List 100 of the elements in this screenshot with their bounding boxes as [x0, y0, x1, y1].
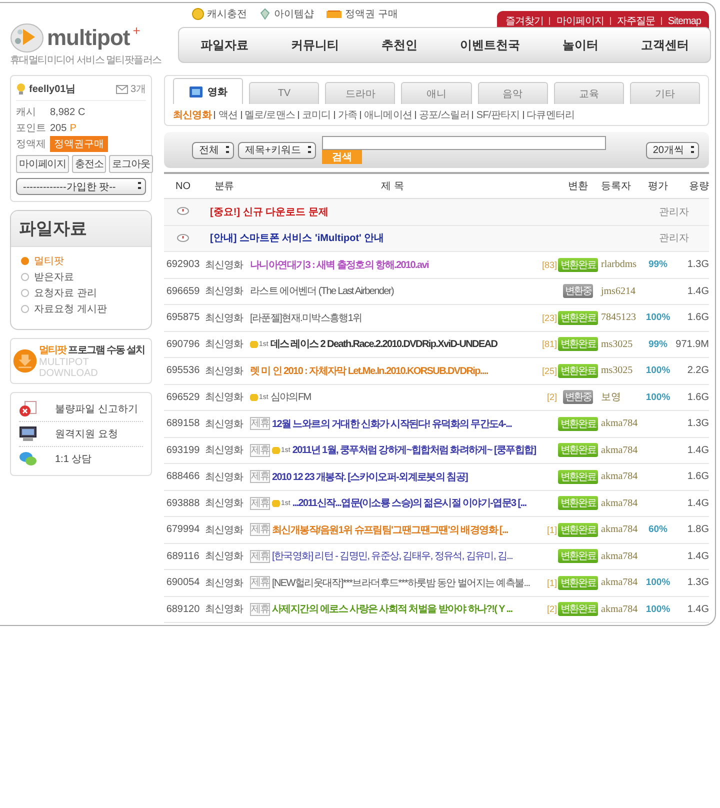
stat-value: 8,982	[50, 106, 76, 118]
account-button[interactable]: 충전소	[72, 155, 106, 173]
table-cell-text: jms6214	[600, 286, 636, 297]
page-size-select[interactable]: 20개씩	[646, 142, 699, 158]
comment-count: [1]	[546, 524, 557, 535]
mail-icon[interactable]	[116, 84, 128, 94]
subcategory-link[interactable]: 액션	[218, 108, 238, 122]
nav-item[interactable]: 파일자료	[200, 36, 248, 54]
rating: 100%	[646, 312, 670, 324]
support-link[interactable]: 불량파일 신고하기	[19, 397, 143, 422]
table-cell-text: 보영	[600, 391, 622, 404]
subcategory-link[interactable]: 가족	[338, 108, 358, 122]
bag-icon	[259, 8, 271, 20]
nav-item[interactable]: 추천인	[381, 36, 418, 54]
post-title[interactable]: 라스트 에어벤더 (The Last Airbender)	[250, 284, 394, 298]
status-badge: 변환완료	[558, 576, 598, 590]
rating: 100%	[646, 365, 670, 376]
nav-item[interactable]: 커뮤니티	[290, 36, 339, 54]
category-tab[interactable]: TV	[249, 82, 320, 104]
post-title[interactable]: [라푼젤]현재.미박스흥행1위	[250, 310, 362, 325]
files-menu-item[interactable]: 요청자료 관리	[21, 285, 141, 301]
column-header: 용량	[688, 180, 709, 193]
table-cell-text: 688466	[165, 471, 201, 482]
subcategory-link[interactable]: SF/판타지	[476, 108, 520, 122]
table-cell-text: 최신영화	[204, 524, 244, 537]
chat-bubbles-icon	[19, 451, 37, 467]
post-title[interactable]: 심야의FM	[270, 390, 311, 404]
partner-badge: 제휴	[250, 550, 270, 563]
nav-item[interactable]: 고객센터	[640, 36, 689, 54]
status-badge: 변환완료	[558, 310, 598, 325]
post-title[interactable]: 2011년 1월, 쿵푸처럼 강하게~힙합처럼 화려하게~ [쿵푸힙합]	[292, 443, 536, 458]
utility-link[interactable]: 자주질문	[616, 14, 655, 28]
table-cell-text: 최신영화	[204, 444, 244, 458]
status-badge: 변환중	[562, 284, 594, 298]
post-title[interactable]: 데스 레이스 2 Death.Race.2.2010.DVDRip.XviD-UNDEAD	[270, 337, 498, 352]
table-cell-text: 1.6G	[686, 471, 709, 482]
partner-badge: 제휴	[250, 444, 270, 457]
scope-select[interactable]: 전체	[192, 142, 234, 158]
category-tab[interactable]: 영화	[173, 78, 244, 104]
stat-label: 캐시	[16, 106, 37, 119]
table-cell-text: 696529	[165, 392, 201, 403]
stat-unit: C	[78, 106, 86, 118]
post-title[interactable]: [NEW헐리웃대작]***브라더후드***하룻밤 동안 벌어지는 예측불...	[272, 576, 530, 590]
table-cell-text: 2.2G	[686, 365, 709, 376]
table-cell-text: 최신영화	[204, 285, 244, 298]
table-cell-text: 1.6G	[686, 392, 709, 403]
support-link[interactable]: 원격지원 요청	[19, 422, 143, 447]
subcategory-link[interactable]: 공포/스릴러	[419, 108, 470, 122]
top-link[interactable]: 캐시충전	[192, 7, 247, 21]
post-title[interactable]: [한국영화] 리턴 - 김명민, 유준상, 김태우, 정유석, 김유미, 김...	[272, 549, 513, 564]
table-cell-text: 1.4G	[686, 444, 709, 456]
utility-link[interactable]: Sitemap	[668, 16, 701, 26]
support-link[interactable]: 1:1 상담	[19, 447, 143, 471]
nav-item[interactable]: 놀이터	[562, 36, 598, 54]
subcategory-link[interactable]: 멜로/로맨스	[244, 108, 295, 122]
notice-icon	[177, 207, 189, 216]
comment-count: [1]	[546, 578, 557, 588]
account-button[interactable]: 로그아웃	[109, 155, 153, 173]
status-badge: 변환완료	[558, 443, 598, 458]
category-tab[interactable]: 교육	[554, 82, 624, 104]
table-cell-text: 최신영화	[204, 497, 244, 510]
subcategory-link[interactable]: 애니메이션	[364, 108, 412, 122]
search-field[interactable]	[322, 136, 606, 150]
subcategory-link[interactable]: 다큐멘터리	[526, 108, 575, 122]
table-cell-text: 696659	[165, 286, 201, 297]
status-badge: 변환완료	[558, 470, 598, 484]
category-tab[interactable]: 드라마	[325, 82, 396, 104]
column-header: NO	[174, 180, 192, 192]
account-button[interactable]: 마이페이지	[16, 155, 70, 173]
post-title[interactable]: 2010 12 23 개봉작. [스카이오퍼-외계로봇의 침공]	[272, 470, 468, 484]
comment-count: [2]	[546, 604, 557, 614]
subcategory-link[interactable]: 코미디	[302, 108, 331, 122]
notice-icon	[177, 234, 189, 243]
category-tab[interactable]: 기타	[630, 82, 700, 104]
status-badge: 변환완료	[558, 602, 598, 616]
notice-title[interactable]: [중요!] 신규 다운로드 문제	[202, 204, 659, 219]
field-select[interactable]: 제목+키워드	[238, 142, 316, 158]
logo-tagline: 휴대멀티미디어 서비스 멀티팟플러스	[10, 54, 162, 67]
notice-title[interactable]: [안내] 스마트폰 서비스 'iMultipot' 안내	[202, 231, 659, 246]
table-cell-text: 689116	[166, 550, 200, 562]
utility-link[interactable]: 즐겨찾기	[505, 14, 544, 28]
post-title[interactable]: 12월 느와르의 거대한 신화가 시작된다! 유덕화의 무간도4-...	[272, 416, 512, 431]
table-cell-text: 최신영화	[204, 576, 244, 590]
utility-link[interactable]: 마이페이지	[556, 14, 604, 28]
category-tab[interactable]: 음악	[478, 82, 548, 104]
table-cell-text: 최신영화	[204, 603, 244, 616]
category-tab[interactable]: 애니	[401, 82, 472, 104]
post-title[interactable]: ...2011신작...엽문(이소룡 스승)의 젊은시절 이야기-엽문3 [...	[292, 496, 526, 510]
nav-item[interactable]: 이벤트천국	[460, 36, 520, 54]
partner-badge: 제휴	[250, 496, 270, 510]
table-cell-text: akma784	[600, 444, 639, 456]
logo-text[interactable]: multipot	[47, 25, 130, 51]
files-menu-item[interactable]: 자료요청 게시판	[21, 301, 141, 317]
pot-select[interactable]: -------------가입한 팟--	[16, 178, 146, 195]
table-cell-text: akma784	[600, 577, 639, 588]
top-link[interactable]: 아이템샵	[259, 7, 314, 21]
column-header: 제 목	[380, 180, 405, 193]
top-link[interactable]: 정액권 구매	[326, 7, 398, 21]
files-menu-item[interactable]: 받은자료	[21, 269, 141, 285]
post-title[interactable]: 나니아연대기3 : 새벽 출정호의 항해.2010.avi	[250, 258, 429, 272]
